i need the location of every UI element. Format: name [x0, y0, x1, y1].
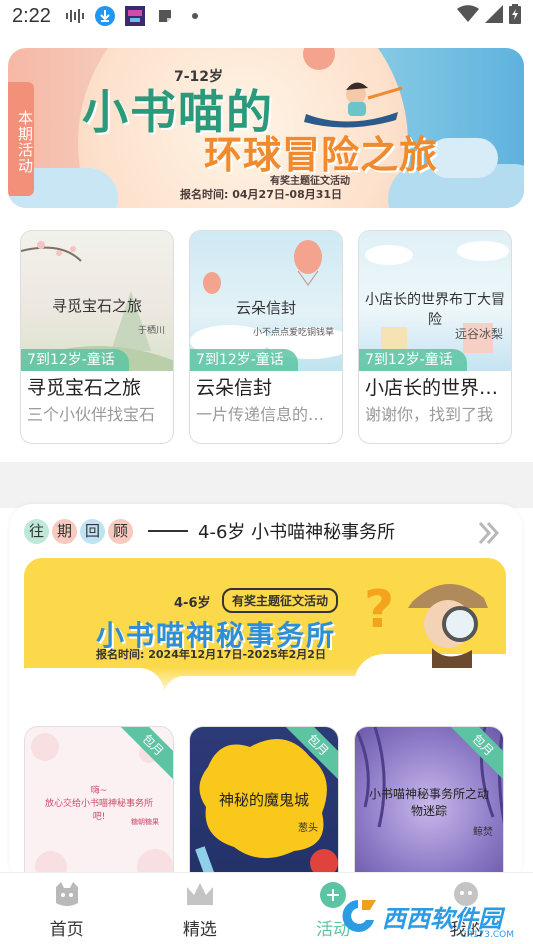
past-label-char: 期: [52, 518, 77, 544]
more-chevron-icon[interactable]: [476, 520, 502, 553]
past-book-author: 糖朝糖果: [131, 818, 159, 826]
planet-decoration: [303, 48, 335, 70]
banner-cloud: [428, 138, 498, 178]
past-book-card[interactable]: 包月 小书喵神秘事务所之动物迷踪 鲸焚: [354, 726, 504, 886]
book-title: 小店长的世界布丁大冒险: [365, 377, 505, 399]
past-banner-age: 4-6岁: [174, 596, 211, 611]
watermark-logo-icon: [342, 900, 376, 932]
nav-label: 精选: [182, 920, 217, 940]
cover-author: 小不点点爱吃铜钱草: [252, 328, 334, 338]
past-activity-title: 4-6岁 小书喵神秘事务所: [198, 522, 396, 543]
past-banner-date: 报名时间: 2024年12月17日-2025年2月2日: [96, 648, 326, 661]
nav-item-featured[interactable]: 精选: [133, 873, 266, 944]
nav-label: 首页: [49, 920, 84, 940]
book-card[interactable]: 寻觅宝石之旅 于栖川 7到12岁-童话 寻觅宝石之旅 三个小伙伴找宝石: [20, 230, 174, 444]
question-mark-decoration: ?: [364, 580, 395, 640]
more-dot-icon: [185, 6, 205, 26]
past-label-char: 顾: [108, 518, 133, 544]
cover-title: 云朵信封: [235, 299, 296, 317]
past-label-char: 回: [80, 518, 105, 544]
past-title-dash: [148, 530, 188, 532]
age-genre-tag: 7到12岁-童话: [190, 349, 298, 371]
book-title: 寻觅宝石之旅: [27, 377, 142, 399]
past-activities-header[interactable]: 往 期 回 顾 4-6岁 小书喵神秘事务所: [24, 518, 395, 544]
cover-title: 寻觅宝石之旅: [51, 297, 142, 315]
past-book-card[interactable]: 包月 神秘的魔鬼城 葱头: [189, 726, 339, 886]
nav-item-home[interactable]: 首页: [0, 873, 133, 944]
battery-icon: [509, 4, 521, 28]
past-book-title: 神秘的魔鬼城: [218, 791, 309, 809]
sticky-note-icon: [155, 6, 175, 26]
past-book-title: 小书喵神秘事务所之动物迷踪: [368, 787, 489, 818]
book-card[interactable]: 小店长的世界布丁大冒险 远谷冰梨 7到12岁-童话 小店长的世界布丁大冒险 谢谢…: [358, 230, 512, 444]
book-description: 三个小伙伴找宝石: [27, 405, 156, 424]
past-book-author: 葱头: [298, 823, 318, 834]
cover-author: 远谷冰梨: [454, 327, 503, 341]
past-book-list: 包月 嗨~ 放心交给小书喵神秘事务所吧! 糖朝糖果 包月 神秘的魔鬼城 葱头 包…: [24, 726, 506, 886]
signal-icon: [485, 5, 503, 27]
status-system-icons: [457, 4, 521, 28]
status-bar: 2:22: [0, 0, 533, 32]
book-description: 一片传递信息的云朵: [196, 405, 336, 424]
age-genre-tag: 7到12岁-童话: [21, 349, 129, 371]
past-activities-panel: 往 期 回 顾 4-6岁 小书喵神秘事务所 4-6岁 有奖主题征文活动 小书喵神…: [10, 504, 522, 886]
detective-illustration: [408, 583, 488, 668]
past-book-card[interactable]: 包月 嗨~ 放心交给小书喵神秘事务所吧! 糖朝糖果: [24, 726, 174, 886]
crown-icon: [185, 881, 215, 909]
section-divider: [0, 462, 533, 508]
banner-cloud: [24, 668, 164, 698]
cover-title: 小店长的世界布丁大冒险: [365, 292, 505, 328]
app-thumbnail-icon: [124, 6, 145, 26]
download-icon: [94, 6, 115, 26]
banner-title-line2: 环球冒险之旅: [204, 133, 439, 177]
banner-tag: 本期活动: [8, 82, 34, 196]
site-watermark: 西西软件园 CR173.COM: [336, 892, 520, 940]
past-activity-banner[interactable]: 4-6岁 有奖主题征文活动 小书喵神秘事务所 报名时间: 2024年12月17日…: [24, 558, 506, 698]
past-book-author: 鲸焚: [473, 827, 493, 838]
past-banner-badge: 有奖主题征文活动: [222, 588, 339, 613]
age-genre-tag: 7到12岁-童话: [359, 349, 467, 371]
book-card[interactable]: 云朵信封 小不点点爱吃铜钱草 7到12岁-童话 云朵信封 一片传递信息的云朵: [189, 230, 343, 444]
audio-wave-icon: [65, 6, 85, 26]
past-label-char: 往: [24, 518, 49, 544]
current-activity-banner[interactable]: 本期活动 7-12岁 小书喵的 环球冒险之旅 有奖主题征文活动 报名时间: 04…: [8, 48, 524, 208]
banner-date: 报名时间: 04月27日-08月31日: [180, 188, 343, 201]
cover-author: 于栖川: [137, 326, 165, 336]
wifi-icon: [457, 5, 479, 27]
watermark-sub: CR173.COM: [460, 930, 514, 940]
banner-subtitle: 有奖主题征文活动: [270, 176, 350, 187]
book-description: 谢谢你，找到了我: [365, 405, 494, 424]
home-cat-icon: [52, 881, 82, 909]
book-title: 云朵信封: [196, 377, 273, 399]
status-notification-icons: [65, 6, 205, 26]
banner-cloud: [164, 676, 384, 698]
status-time: 2:22: [12, 4, 51, 27]
activity-book-list: 寻觅宝石之旅 于栖川 7到12岁-童话 寻觅宝石之旅 三个小伙伴找宝石 云朵信封…: [20, 230, 512, 445]
watermark-text: 西西软件园: [382, 904, 502, 933]
